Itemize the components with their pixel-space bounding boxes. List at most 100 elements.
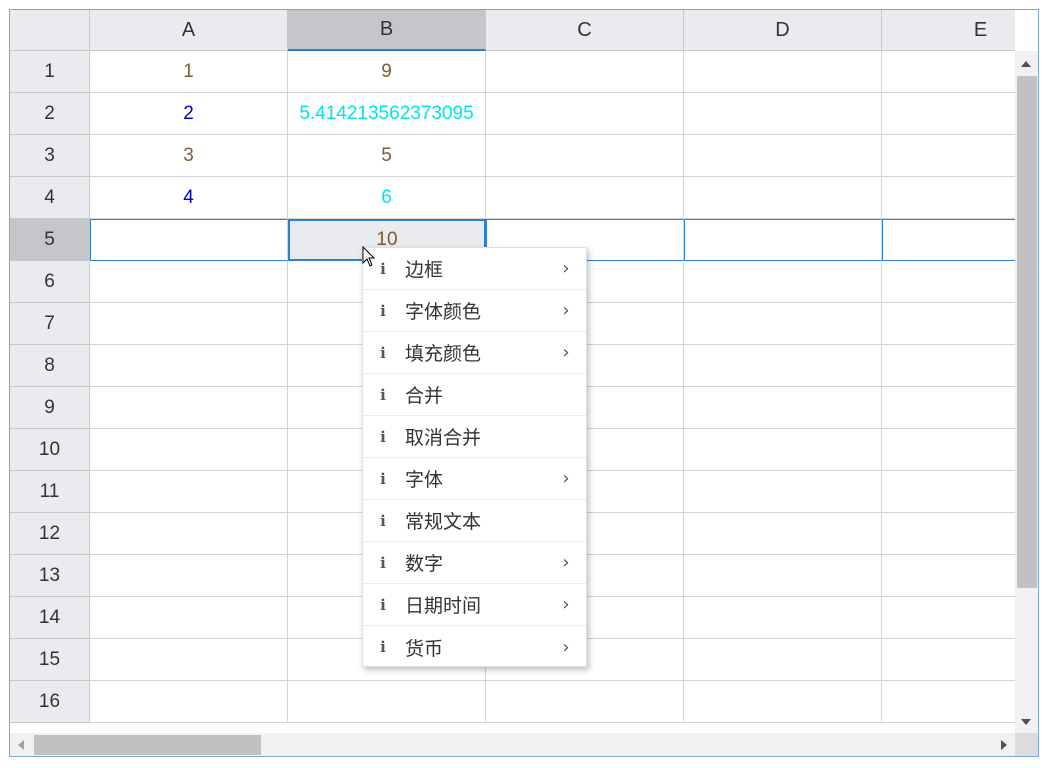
select-all-corner[interactable] [10, 10, 90, 51]
cell-e5[interactable] [882, 219, 1015, 261]
row-header-16[interactable]: 16 [10, 681, 90, 723]
cell-e4[interactable] [882, 177, 1015, 219]
cell-e13[interactable] [882, 555, 1015, 597]
menu-item-datetime[interactable]: i 日期时间 › [363, 584, 586, 626]
cell-e14[interactable] [882, 597, 1015, 639]
cell-a2[interactable]: 2 [90, 93, 288, 135]
cell-d5[interactable] [684, 219, 882, 261]
row-header-12[interactable]: 12 [10, 513, 90, 555]
cell-c4[interactable] [486, 177, 684, 219]
scroll-right-icon[interactable] [1001, 740, 1007, 750]
cell-d7[interactable] [684, 303, 882, 345]
horizontal-scroll-thumb[interactable] [34, 735, 261, 755]
cell-e12[interactable] [882, 513, 1015, 555]
cell-a12[interactable] [90, 513, 288, 555]
row-header-13[interactable]: 13 [10, 555, 90, 597]
cell-d14[interactable] [684, 597, 882, 639]
row-header-14[interactable]: 14 [10, 597, 90, 639]
row-header-2[interactable]: 2 [10, 93, 90, 135]
cell-e15[interactable] [882, 639, 1015, 681]
cell-a11[interactable] [90, 471, 288, 513]
cell-a7[interactable] [90, 303, 288, 345]
scroll-down-icon[interactable] [1021, 719, 1031, 725]
cell-a6[interactable] [90, 261, 288, 303]
menu-item-merge[interactable]: i 合并 [363, 374, 586, 416]
menu-item-currency[interactable]: i 货币 › [363, 626, 586, 668]
column-header-e[interactable]: E [882, 10, 1015, 51]
row-header-6[interactable]: 6 [10, 261, 90, 303]
cell-d1[interactable] [684, 51, 882, 93]
cell-b4[interactable]: 6 [288, 177, 486, 219]
row-header-11[interactable]: 11 [10, 471, 90, 513]
menu-item-fill-color[interactable]: i 填充颜色 › [363, 332, 586, 374]
cell-d4[interactable] [684, 177, 882, 219]
cell-e2[interactable] [882, 93, 1015, 135]
cell-b2[interactable]: 5.414213562373095 [288, 93, 486, 135]
menu-item-unmerge[interactable]: i 取消合并 [363, 416, 586, 458]
cell-a8[interactable] [90, 345, 288, 387]
row-header-15[interactable]: 15 [10, 639, 90, 681]
cell-a15[interactable] [90, 639, 288, 681]
scroll-up-icon[interactable] [1021, 61, 1031, 67]
cell-d13[interactable] [684, 555, 882, 597]
cell-d2[interactable] [684, 93, 882, 135]
cell-e9[interactable] [882, 387, 1015, 429]
column-header-d[interactable]: D [684, 10, 882, 51]
cell-b16[interactable] [288, 681, 486, 723]
cell-e11[interactable] [882, 471, 1015, 513]
row-header-1[interactable]: 1 [10, 51, 90, 93]
cell-a16[interactable] [90, 681, 288, 723]
cell-d12[interactable] [684, 513, 882, 555]
cell-c16[interactable] [486, 681, 684, 723]
horizontal-scrollbar[interactable] [10, 733, 1015, 756]
cell-e8[interactable] [882, 345, 1015, 387]
menu-item-font-color[interactable]: i 字体颜色 › [363, 290, 586, 332]
cell-a14[interactable] [90, 597, 288, 639]
cell-e10[interactable] [882, 429, 1015, 471]
menu-item-border[interactable]: i 边框 › [363, 248, 586, 290]
cell-e1[interactable] [882, 51, 1015, 93]
vertical-scrollbar[interactable] [1015, 51, 1038, 733]
cell-e16[interactable] [882, 681, 1015, 723]
row-header-8[interactable]: 8 [10, 345, 90, 387]
menu-item-plain-text[interactable]: i 常规文本 [363, 500, 586, 542]
cell-e7[interactable] [882, 303, 1015, 345]
cell-c3[interactable] [486, 135, 684, 177]
cell-b3[interactable]: 5 [288, 135, 486, 177]
cell-a4[interactable]: 4 [90, 177, 288, 219]
mouse-pointer-icon [362, 246, 376, 267]
vertical-scroll-thumb[interactable] [1017, 76, 1037, 588]
row-header-10[interactable]: 10 [10, 429, 90, 471]
cell-e6[interactable] [882, 261, 1015, 303]
cell-b1[interactable]: 9 [288, 51, 486, 93]
cell-c1[interactable] [486, 51, 684, 93]
column-header-c[interactable]: C [486, 10, 684, 51]
cell-a9[interactable] [90, 387, 288, 429]
cell-c2[interactable] [486, 93, 684, 135]
cell-a3[interactable]: 3 [90, 135, 288, 177]
row-header-7[interactable]: 7 [10, 303, 90, 345]
cell-e3[interactable] [882, 135, 1015, 177]
cell-d10[interactable] [684, 429, 882, 471]
row-header-5[interactable]: 5 [10, 219, 90, 261]
cell-d9[interactable] [684, 387, 882, 429]
info-icon: i [380, 638, 386, 656]
cell-a13[interactable] [90, 555, 288, 597]
row-header-4[interactable]: 4 [10, 177, 90, 219]
cell-d15[interactable] [684, 639, 882, 681]
row-header-9[interactable]: 9 [10, 387, 90, 429]
cell-d8[interactable] [684, 345, 882, 387]
column-header-a[interactable]: A [90, 10, 288, 51]
column-header-b[interactable]: B [288, 10, 486, 51]
cell-a5[interactable] [90, 219, 288, 261]
cell-d11[interactable] [684, 471, 882, 513]
scroll-left-icon[interactable] [18, 740, 24, 750]
row-header-3[interactable]: 3 [10, 135, 90, 177]
cell-d6[interactable] [684, 261, 882, 303]
menu-item-font[interactable]: i 字体 › [363, 458, 586, 500]
cell-d16[interactable] [684, 681, 882, 723]
cell-d3[interactable] [684, 135, 882, 177]
cell-a10[interactable] [90, 429, 288, 471]
cell-a1[interactable]: 1 [90, 51, 288, 93]
menu-item-number[interactable]: i 数字 › [363, 542, 586, 584]
